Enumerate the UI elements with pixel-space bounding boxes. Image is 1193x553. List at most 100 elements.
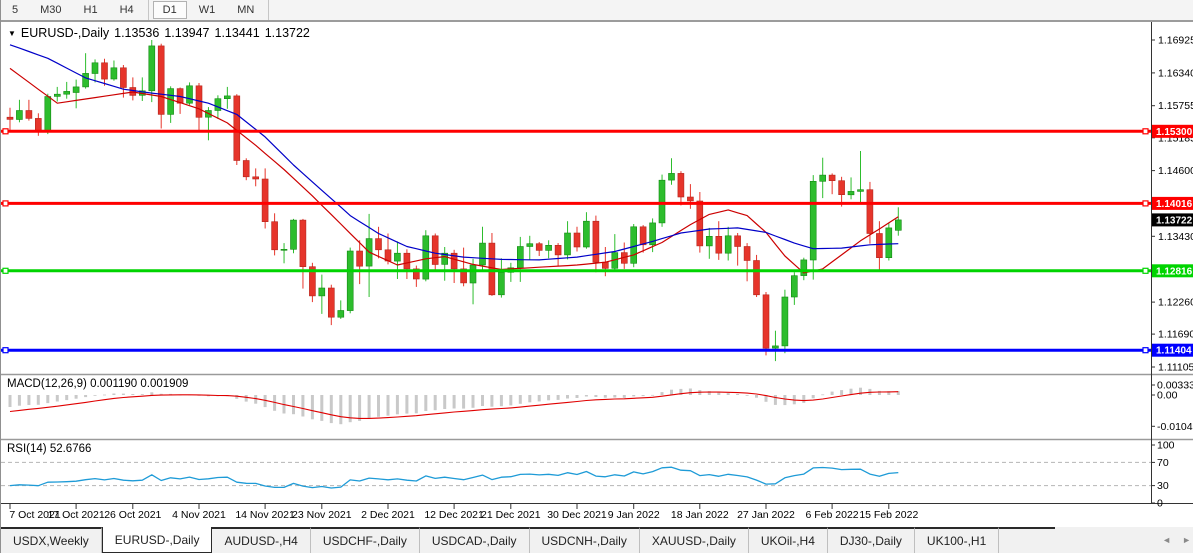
ohlc-high: 1.13947 bbox=[164, 26, 209, 40]
timeframe-button-5[interactable]: 5 bbox=[2, 1, 28, 19]
candle-body bbox=[7, 117, 13, 119]
candle-body bbox=[215, 99, 221, 111]
tab-usdchf-daily[interactable]: USDCHF-,Daily bbox=[311, 527, 420, 553]
svg-text:1.11404: 1.11404 bbox=[1156, 346, 1192, 357]
hline-handle[interactable] bbox=[3, 348, 8, 353]
timeframe-button-w1[interactable]: W1 bbox=[189, 1, 226, 19]
tab-ukoil-h4[interactable]: UKOil-,H4 bbox=[749, 527, 828, 553]
price-tag: 1.13722 bbox=[1152, 213, 1193, 226]
price-tag: 1.11404 bbox=[1152, 344, 1193, 357]
price-axis-label: 1.14600 bbox=[1158, 165, 1193, 177]
rsi-indicator-label: RSI(14) 52.6766 bbox=[7, 443, 91, 455]
tab-xauusd-daily[interactable]: XAUUSD-,Daily bbox=[640, 527, 749, 553]
date-label: 6 Feb 2022 bbox=[806, 509, 859, 521]
price-tag: 1.15300 bbox=[1152, 125, 1193, 138]
tab-dj30-daily[interactable]: DJ30-,Daily bbox=[828, 527, 915, 553]
candle-body bbox=[168, 89, 174, 115]
tab-audusd-h4[interactable]: AUDUSD-,H4 bbox=[212, 527, 310, 553]
candle-body bbox=[291, 220, 297, 249]
candle-body bbox=[820, 175, 826, 181]
candle-body bbox=[555, 245, 561, 255]
candle-body bbox=[498, 272, 504, 295]
date-label: 15 Feb 2022 bbox=[859, 509, 918, 521]
price-axis-label: 1.16925 bbox=[1158, 35, 1193, 47]
candle-body bbox=[281, 249, 287, 250]
macd-indicator-label: MACD(12,26,9) 0.001190 0.001909 bbox=[7, 378, 188, 390]
candle-body bbox=[876, 234, 882, 258]
candle-body bbox=[659, 180, 665, 223]
price-tag: 1.14016 bbox=[1152, 197, 1193, 210]
tab-scroll-arrows: ◄► bbox=[1151, 527, 1191, 553]
candle-body bbox=[687, 197, 693, 201]
price-axis-label: 1.12260 bbox=[1158, 297, 1193, 309]
candle-body bbox=[848, 191, 854, 194]
hline-handle[interactable] bbox=[3, 268, 8, 273]
svg-text:0.00: 0.00 bbox=[1157, 390, 1178, 402]
hline-handle[interactable] bbox=[1143, 348, 1148, 353]
tab-usdx-weekly[interactable]: USDX,Weekly bbox=[1, 527, 102, 553]
candle-body bbox=[470, 265, 476, 283]
price-axis-label: 1.11690 bbox=[1158, 329, 1193, 341]
chart-symbol-label: EURUSD-,Daily bbox=[21, 26, 109, 40]
candle-body bbox=[347, 251, 353, 311]
candle-body bbox=[357, 251, 363, 266]
candle-body bbox=[489, 243, 495, 295]
timeframe-button-h1[interactable]: H1 bbox=[74, 1, 108, 19]
hline-handle[interactable] bbox=[1143, 129, 1148, 134]
candle-body bbox=[593, 221, 599, 262]
candle-body bbox=[54, 94, 60, 96]
timeframe-button-mn[interactable]: MN bbox=[227, 1, 264, 19]
hline-handle[interactable] bbox=[3, 129, 8, 134]
candle-body bbox=[253, 177, 259, 179]
candle-body bbox=[26, 111, 32, 119]
candle-body bbox=[480, 243, 486, 265]
candle-body bbox=[300, 220, 306, 267]
date-label: 4 Nov 2021 bbox=[172, 509, 226, 521]
hline-handle[interactable] bbox=[1143, 268, 1148, 273]
tab-scroll-left-icon[interactable]: ◄ bbox=[1162, 535, 1171, 545]
candle-body bbox=[111, 68, 117, 79]
candle-body bbox=[120, 68, 126, 88]
candle-body bbox=[102, 63, 108, 79]
candle-body bbox=[725, 236, 731, 253]
candle-body bbox=[583, 221, 589, 247]
svg-text:1.14016: 1.14016 bbox=[1156, 199, 1193, 210]
ohlc-close: 1.13722 bbox=[265, 26, 310, 40]
timeframe-toolbar: 5M30H1H4 D1W1MN bbox=[1, 0, 1193, 22]
timeframe-button-h4[interactable]: H4 bbox=[110, 1, 144, 19]
candle-body bbox=[867, 190, 873, 234]
candle-body bbox=[546, 245, 552, 250]
tab-usdcnh-daily[interactable]: USDCNH-,Daily bbox=[530, 527, 640, 553]
candle-body bbox=[64, 91, 70, 94]
tab-scroll-right-icon[interactable]: ► bbox=[1182, 535, 1191, 545]
candle-body bbox=[640, 227, 646, 245]
hline-handle[interactable] bbox=[3, 201, 8, 206]
timeframe-button-d1[interactable]: D1 bbox=[153, 1, 187, 19]
chart-title: ▼EURUSD-,Daily1.135361.139471.134411.137… bbox=[8, 26, 310, 40]
candle-body bbox=[149, 46, 155, 91]
svg-text:1.15300: 1.15300 bbox=[1156, 127, 1193, 138]
candle-body bbox=[158, 46, 164, 115]
candle-body bbox=[83, 73, 89, 87]
tab-uk100-h1[interactable]: UK100-,H1 bbox=[915, 527, 999, 553]
chart-canvas[interactable]: 1.169251.163401.157551.151851.146001.134… bbox=[1, 22, 1193, 527]
candle-body bbox=[669, 173, 675, 180]
tab-usdcad-daily[interactable]: USDCAD-,Daily bbox=[420, 527, 530, 553]
candle-body bbox=[763, 295, 769, 348]
trading-platform-window: 5M30H1H4 D1W1MN ▼ EURUSD-,Daily 1.13536 1.13… bbox=[0, 0, 1193, 553]
dropdown-triangle-icon[interactable]: ▼ bbox=[8, 29, 16, 38]
candle-body bbox=[92, 63, 98, 74]
candle-body bbox=[224, 96, 230, 99]
candle-body bbox=[319, 288, 325, 296]
date-label: 12 Dec 2021 bbox=[424, 509, 484, 521]
tab-eurusd-daily[interactable]: EURUSD-,Daily bbox=[102, 527, 213, 553]
hline-handle[interactable] bbox=[1143, 201, 1148, 206]
candle-body bbox=[527, 244, 533, 247]
price-axis-label: 1.16340 bbox=[1158, 67, 1193, 79]
candle-body bbox=[262, 179, 268, 222]
price-axis-label: 1.15755 bbox=[1158, 100, 1193, 112]
ohlc-open: 1.13536 bbox=[114, 26, 159, 40]
date-label: 17 Oct 2021 bbox=[47, 509, 104, 521]
timeframe-button-m30[interactable]: M30 bbox=[30, 1, 71, 19]
svg-text:100: 100 bbox=[1157, 440, 1175, 452]
